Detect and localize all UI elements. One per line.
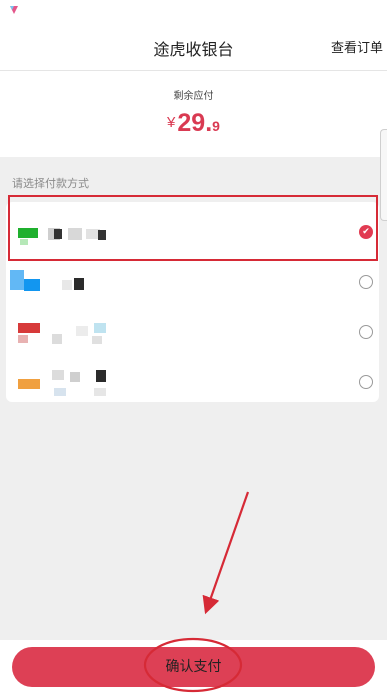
annotation-arrow xyxy=(202,491,250,615)
header: 途虎收银台 查看订单 xyxy=(0,24,387,71)
payment-brand-icon xyxy=(18,379,40,389)
amount-value: ¥29.9 xyxy=(0,109,387,138)
page-title: 途虎收银台 xyxy=(153,40,234,59)
pixelated-block xyxy=(54,388,66,396)
radio-unchecked-icon[interactable] xyxy=(359,325,373,339)
pixelated-block xyxy=(52,334,62,344)
pixelated-block xyxy=(18,335,28,343)
amount-label: 剩余应付 xyxy=(173,91,214,102)
selection-highlight xyxy=(8,195,378,261)
payment-method-option[interactable] xyxy=(6,258,379,308)
pixelated-block xyxy=(62,280,72,290)
payment-section-label: 请选择付款方式 xyxy=(12,177,89,190)
pixelated-block xyxy=(76,326,88,336)
payment-method-option[interactable] xyxy=(6,358,379,408)
pixelated-block xyxy=(24,279,40,291)
status-bar xyxy=(0,0,387,24)
amount-panel: 剩余应付 ¥29.9 xyxy=(0,71,387,221)
payment-method-option[interactable] xyxy=(6,308,379,358)
pixelated-block xyxy=(92,336,102,344)
bottom-bar: 确认支付 xyxy=(0,640,387,694)
view-orders-link[interactable]: 查看订单 xyxy=(331,37,383,56)
pixelated-block xyxy=(96,370,106,382)
side-handle[interactable] xyxy=(380,129,387,221)
confirm-pay-button[interactable]: 确认支付 xyxy=(12,647,375,687)
pixelated-block xyxy=(74,278,84,290)
amount-integer: 29. xyxy=(177,109,213,137)
pixelated-block xyxy=(94,388,106,396)
amount-decimal: 9 xyxy=(212,118,220,134)
pixelated-block xyxy=(52,370,64,380)
pixelated-block xyxy=(70,372,80,382)
radio-unchecked-icon[interactable] xyxy=(359,275,373,289)
radio-unchecked-icon[interactable] xyxy=(359,375,373,389)
currency-symbol: ¥ xyxy=(167,114,176,131)
app-logo-icon xyxy=(10,6,18,14)
payment-brand-icon xyxy=(10,270,24,290)
payment-brand-icon xyxy=(18,323,40,333)
pixelated-block xyxy=(94,323,106,333)
